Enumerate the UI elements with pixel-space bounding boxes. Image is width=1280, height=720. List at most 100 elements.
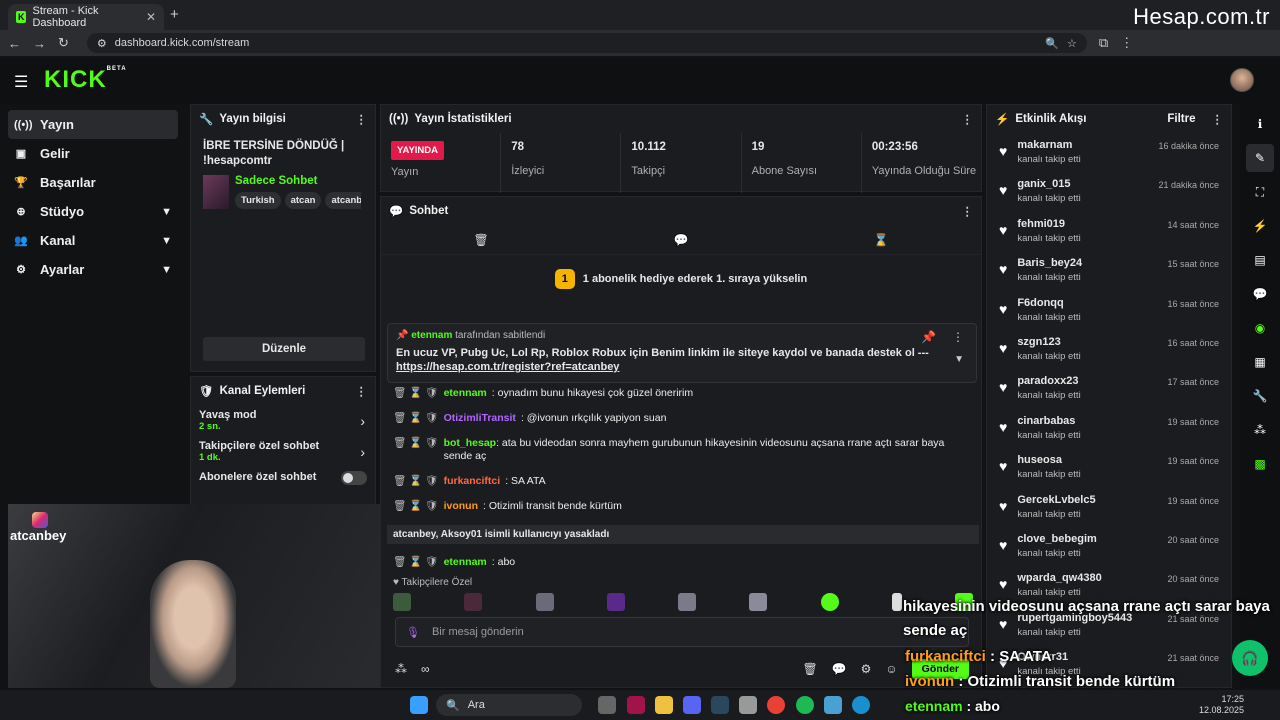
hourglass-icon[interactable]: ⌛ <box>874 233 889 247</box>
extensions-icon[interactable]: ⧉ <box>1099 35 1108 51</box>
chat-username[interactable]: etennam <box>444 387 487 400</box>
steam-icon[interactable] <box>711 696 730 714</box>
tag[interactable]: atcan <box>284 192 322 209</box>
more-options-icon[interactable]: ⋮ <box>356 112 368 126</box>
browser-tab[interactable]: K Stream - Kick Dashboard ✕ <box>8 4 164 30</box>
feed-item[interactable]: ♥ makarnam kanalı takip etti 16 dakika önce <box>987 133 1231 172</box>
hamburger-menu-icon[interactable]: ☰ <box>14 72 28 92</box>
trash-icon[interactable]: 🗑 <box>802 662 817 676</box>
chevron-down-icon[interactable]: ▼ <box>954 354 964 365</box>
slow-mode-action[interactable]: Yavaş mod 2 sn. › <box>191 405 375 436</box>
feed-username[interactable]: paradoxx23 <box>1017 375 1080 387</box>
feed-item[interactable]: ♥ huseosa kanalı takip etti 19 saat önce <box>987 448 1231 487</box>
headset-help-icon[interactable]: 🎧 <box>1232 640 1268 676</box>
lightning-icon[interactable]: ⚡ <box>1246 212 1274 240</box>
chrome-icon[interactable] <box>767 696 786 714</box>
chat-username[interactable]: etennam <box>444 556 487 569</box>
feed-item[interactable]: ♥ paradoxx23 kanalı takip etti 17 saat önce <box>987 369 1231 408</box>
chat-bubble-icon[interactable]: 💬 <box>1246 280 1274 308</box>
pinned-link[interactable]: https://hesap.com.tr/register?ref=atcanb… <box>396 361 619 373</box>
sidebar-item-basarilar[interactable]: 🏆 Başarılar <box>0 168 186 197</box>
sidebar-item-studyo[interactable]: ⊕ Stüdyo ▼ <box>0 197 186 226</box>
emote-picker-icon[interactable]: ☺ <box>885 662 897 676</box>
url-field[interactable]: ⚙ dashboard.kick.com/stream 🔍 ☆ <box>86 33 1087 53</box>
gear-icon[interactable]: ⚙ <box>861 662 872 676</box>
forward-icon[interactable]: → <box>33 36 46 51</box>
feed-username[interactable]: F6donqq <box>1017 297 1080 309</box>
trash-icon[interactable]: 🗑 <box>473 233 488 247</box>
screen-icon[interactable]: ⛶ <box>1246 178 1274 206</box>
app-icon[interactable]: ▩ <box>1246 450 1274 478</box>
emote[interactable] <box>535 593 554 611</box>
back-icon[interactable]: ← <box>8 36 21 51</box>
feed-username[interactable]: clove_bebegim <box>1017 533 1096 545</box>
broadcast-icon[interactable]: ◉ <box>1246 314 1274 342</box>
sidebar-item-yayin[interactable]: ((•)) Yayın <box>8 110 178 139</box>
feed-item[interactable]: ♥ fehmi019 kanalı takip etti 14 saat önce <box>987 212 1231 251</box>
microphone-icon[interactable]: 🎙 <box>406 626 420 639</box>
chat-bubble-icon[interactable]: 💬 <box>832 662 847 676</box>
new-tab-icon[interactable]: + <box>170 6 179 23</box>
emote[interactable] <box>393 593 411 611</box>
taskview-icon[interactable] <box>598 696 617 714</box>
chat-username[interactable]: bot_hesap <box>444 437 497 449</box>
feed-item[interactable]: ♥ Baris_bey24 kanalı takip etti 15 saat önc… <box>987 251 1231 290</box>
sidebar-item-ayarlar[interactable]: ⚙ Ayarlar ▼ <box>0 255 186 284</box>
filter-button[interactable]: Filtre <box>1167 113 1195 125</box>
app-icon[interactable] <box>626 696 645 714</box>
spotify-icon[interactable] <box>795 696 814 714</box>
sidebar-item-gelir[interactable]: ▣ Gelir <box>0 139 186 168</box>
taskbar-clock[interactable]: 17:25 12.08.2025 <box>1199 694 1244 716</box>
feed-item[interactable]: ♥ cinarbabas kanalı takip etti 19 saat önce <box>987 409 1231 448</box>
emote[interactable] <box>678 593 696 611</box>
zoom-icon[interactable]: 🔍 <box>1045 37 1059 50</box>
emote[interactable] <box>606 593 625 611</box>
pinned-by-user[interactable]: etennam <box>411 330 452 341</box>
app-icon[interactable] <box>739 696 758 714</box>
tag[interactable]: Turkish <box>235 192 281 209</box>
app-icon[interactable] <box>823 696 842 714</box>
bookmark-star-icon[interactable]: ☆ <box>1067 37 1077 50</box>
chat-bubble-icon[interactable]: 💬 <box>674 233 689 247</box>
feed-item[interactable]: ♥ F6donqq kanalı takip etti 16 saat önce <box>987 291 1231 330</box>
feed-item[interactable]: ♥ GercekLvbelc5 kanalı takip etti 19 saat ö… <box>987 488 1231 527</box>
feed-item[interactable]: ♥ clove_bebegim kanalı takip etti 20 saat ö… <box>987 527 1231 566</box>
kick-points-icon[interactable]: ⁂ <box>395 662 407 676</box>
feed-username[interactable]: szgn123 <box>1017 336 1080 348</box>
feed-item[interactable]: ♥ szgn123 kanalı takip etti 16 saat önce <box>987 330 1231 369</box>
share-icon[interactable]: ⁂ <box>1246 416 1274 444</box>
more-options-icon[interactable]: ⋮ <box>356 384 368 398</box>
mod-actions-icon[interactable]: 🗑 ⌛ 🛡 <box>393 500 439 513</box>
stream-category[interactable]: Sadece Sohbet <box>235 175 361 187</box>
chat-username[interactable]: furkanciftci <box>444 475 501 488</box>
info-icon[interactable]: ℹ <box>1246 110 1274 138</box>
feed-username[interactable]: makarnam <box>1017 139 1080 151</box>
discord-icon[interactable] <box>682 696 701 714</box>
feed-username[interactable]: GercekLvbelc5 <box>1017 494 1095 506</box>
feed-username[interactable]: fehmi019 <box>1017 218 1080 230</box>
subscribers-only-toggle[interactable] <box>341 471 367 485</box>
pencil-icon[interactable]: ✎ <box>1246 144 1274 172</box>
mod-actions-icon[interactable]: 🗑 ⌛ 🛡 <box>393 475 439 488</box>
close-tab-icon[interactable]: ✕ <box>146 10 156 24</box>
unpin-icon[interactable]: 📌 <box>921 330 936 344</box>
more-options-icon[interactable]: ⋮ <box>962 204 974 218</box>
sidebar-item-kanal[interactable]: 👥 Kanal ▼ <box>0 226 186 255</box>
menu-icon[interactable]: ⋮ <box>1120 35 1133 51</box>
kick-logo[interactable]: KICKBETA <box>44 66 127 94</box>
feed-username[interactable]: huseosa <box>1017 454 1080 466</box>
emote[interactable] <box>749 593 768 611</box>
site-info-icon[interactable]: ⚙ <box>97 37 107 50</box>
reload-icon[interactable]: ↻ <box>58 35 69 51</box>
folder-icon[interactable] <box>654 696 673 714</box>
chat-username[interactable]: ivonun <box>444 500 478 513</box>
mod-actions-icon[interactable]: 🗑 ⌛ 🛡 <box>393 387 439 400</box>
mod-actions-icon[interactable]: 🗑 ⌛ 🛡 <box>393 556 439 569</box>
layout-icon[interactable]: ▦ <box>1246 348 1274 376</box>
more-options-icon[interactable]: ⋮ <box>1212 112 1224 126</box>
more-options-icon[interactable]: ⋮ <box>952 330 964 344</box>
feed-item[interactable]: ♥ ganix_015 kanalı takip etti 21 dakika önc… <box>987 172 1231 211</box>
windows-start-icon[interactable] <box>410 696 428 714</box>
tag[interactable]: atcanbe <box>325 192 361 209</box>
wrench-icon[interactable]: 🔧 <box>1246 382 1274 410</box>
